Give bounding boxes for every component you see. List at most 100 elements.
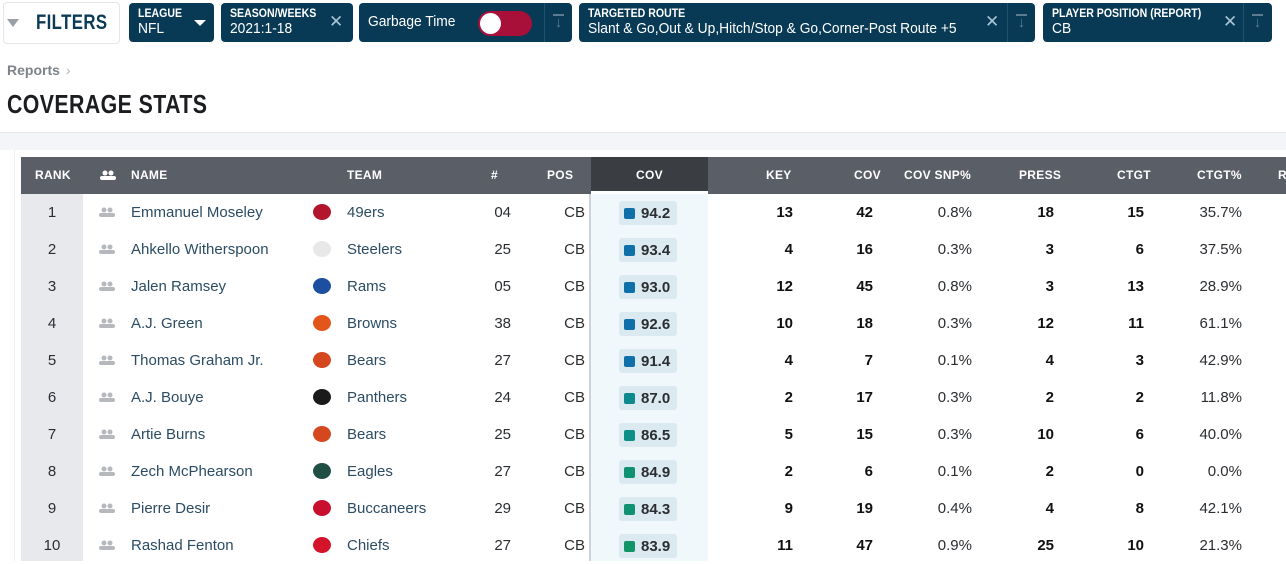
- team-name[interactable]: Bears: [347, 416, 386, 453]
- col-ctgt[interactable]: CTGT: [1117, 157, 1151, 194]
- targeted-route-filter[interactable]: TARGETED ROUTE Slant & Go,Out & Up,Hitch…: [579, 3, 1035, 42]
- player-name-link[interactable]: Rashad Fenton: [131, 527, 234, 564]
- ctgt-pct-cell: 42.1%: [1199, 500, 1242, 517]
- league-filter[interactable]: LEAGUE NFL: [129, 3, 214, 42]
- team-name[interactable]: Chiefs: [347, 527, 390, 564]
- team-name[interactable]: Bears: [347, 342, 386, 379]
- player-name-link[interactable]: Thomas Graham Jr.: [131, 342, 264, 379]
- cov-grade-badge: 91.4: [619, 349, 677, 373]
- cov-cell: 18: [856, 315, 873, 332]
- chevron-down-icon[interactable]: [194, 20, 206, 26]
- rank-cell: 7: [47, 426, 57, 443]
- press-cell: 25: [1037, 537, 1054, 554]
- pin-icon[interactable]: ↓: [544, 3, 572, 42]
- cov-snp-cell: 0.9%: [937, 537, 972, 554]
- close-icon[interactable]: ✕: [329, 12, 343, 32]
- table-row[interactable]: 9 Pierre Desir Buccaneers 29 CB 84.3 9 19 0.4% 4 8…: [21, 490, 1286, 527]
- breadcrumb-reports[interactable]: Reports: [7, 62, 60, 78]
- table-row[interactable]: 10 Rashad Fenton Chiefs 27 CB 83.9 11 47 0.9% 25 1…: [21, 527, 1286, 564]
- breadcrumb: Reports ›: [7, 62, 71, 78]
- table-row[interactable]: 6 A.J. Bouye Panthers 24 CB 87.0 2 17 0.3% 2 2 11.8…: [21, 379, 1286, 416]
- team-logo-icon: [313, 241, 331, 257]
- garbage-time-toggle[interactable]: [478, 11, 532, 36]
- position-cell: CB: [564, 278, 585, 295]
- cov-grade-value: 91.4: [641, 352, 671, 370]
- cov-grade-badge: 83.9: [619, 534, 677, 558]
- cov-grade-value: 93.0: [641, 278, 671, 296]
- player-name-link[interactable]: Jalen Ramsey: [131, 268, 226, 305]
- col-ctgt-pct[interactable]: CTGT%: [1197, 157, 1242, 194]
- table-row[interactable]: 4 A.J. Green Browns 38 CB 92.6 10 18 0.3% 12 11 61.…: [21, 305, 1286, 342]
- cov-grade-value: 87.0: [641, 389, 671, 407]
- col-number[interactable]: #: [491, 157, 498, 194]
- ctgt-pct-cell: 37.5%: [1199, 241, 1242, 258]
- press-cell: 4: [1045, 500, 1054, 517]
- col-name[interactable]: NAME: [131, 157, 168, 194]
- table-row[interactable]: 1 Emmanuel Moseley 49ers 04 CB 94.2 13 42 0.8% 18…: [21, 194, 1286, 231]
- player-name-link[interactable]: Artie Burns: [131, 416, 205, 453]
- table-row[interactable]: 3 Jalen Ramsey Rams 05 CB 93.0 12 45 0.8% 3 13 28.9…: [21, 268, 1286, 305]
- col-rank[interactable]: RANK: [35, 157, 71, 194]
- garbage-time-filter: Garbage Time ↓: [359, 3, 572, 42]
- player-icon: [99, 466, 115, 476]
- team-logo-icon: [313, 389, 331, 405]
- rank-cell: 9: [47, 500, 57, 517]
- jersey-number: 27: [494, 463, 511, 480]
- player-position-filter[interactable]: PLAYER POSITION (REPORT) CB ✕ ↓: [1043, 3, 1272, 42]
- player-name-link[interactable]: Pierre Desir: [131, 490, 210, 527]
- table-row[interactable]: 7 Artie Burns Bears 25 CB 86.5 5 15 0.3% 10 6 40.0%: [21, 416, 1286, 453]
- player-name-link[interactable]: Ahkello Witherspoon: [131, 231, 269, 268]
- cov-grade-value: 92.6: [641, 315, 671, 333]
- col-key[interactable]: KEY: [766, 157, 792, 194]
- jersey-number: 25: [494, 426, 511, 443]
- player-name-link[interactable]: A.J. Green: [131, 305, 203, 342]
- key-cell: 5: [784, 426, 793, 443]
- cov-grade-value: 84.9: [641, 463, 671, 481]
- player-icon: [99, 207, 115, 217]
- position-cell: CB: [564, 389, 585, 406]
- col-cov-grade[interactable]: COV: [591, 157, 708, 194]
- team-name[interactable]: Browns: [347, 305, 397, 342]
- col-pos[interactable]: POS: [547, 157, 573, 194]
- pin-icon[interactable]: ↓: [1243, 3, 1271, 42]
- grade-color-icon: [624, 466, 635, 478]
- table-header: RANK NAME TEAM # POS COV KEY COV COV SNP…: [21, 157, 1286, 194]
- cov-grade-badge: 92.6: [619, 312, 677, 336]
- grade-color-icon: [624, 207, 635, 219]
- pin-icon[interactable]: ↓: [1007, 3, 1035, 42]
- team-logo-icon: [313, 278, 331, 294]
- grade-color-icon: [624, 503, 635, 515]
- cov-grade-badge: 94.2: [619, 201, 677, 225]
- col-cov-snp[interactable]: COV SNP%: [904, 157, 971, 194]
- ctgt-pct-cell: 21.3%: [1199, 537, 1242, 554]
- table-row[interactable]: 5 Thomas Graham Jr. Bears 27 CB 91.4 4 7 0.1% 4 3 4…: [21, 342, 1286, 379]
- player-name-link[interactable]: Zech McPhearson: [131, 453, 253, 490]
- player-name-link[interactable]: A.J. Bouye: [131, 379, 204, 416]
- team-name[interactable]: Eagles: [347, 453, 393, 490]
- ctgt-cell: 11: [1128, 315, 1144, 332]
- col-team[interactable]: TEAM: [347, 157, 382, 194]
- team-name[interactable]: Rams: [347, 268, 386, 305]
- col-next[interactable]: R: [1278, 157, 1286, 194]
- cov-grade-badge: 84.3: [619, 497, 677, 521]
- table-row[interactable]: 8 Zech McPhearson Eagles 27 CB 84.9 2 6 0.1% 2 0 0.…: [21, 453, 1286, 490]
- people-icon: [100, 170, 116, 180]
- cov-cell: 45: [856, 278, 873, 295]
- col-press[interactable]: PRESS: [1019, 157, 1061, 194]
- position-cell: CB: [564, 463, 585, 480]
- col-cov[interactable]: COV: [854, 157, 881, 194]
- close-icon[interactable]: ✕: [1223, 12, 1237, 32]
- team-name[interactable]: 49ers: [347, 194, 385, 231]
- player-icon: [99, 244, 115, 254]
- close-icon[interactable]: ✕: [985, 12, 999, 32]
- ctgt-pct-cell: 61.1%: [1199, 315, 1242, 332]
- filters-button[interactable]: FILTERS: [3, 2, 120, 44]
- table-row[interactable]: 2 Ahkello Witherspoon Steelers 25 CB 93.4 4 16 0…: [21, 231, 1286, 268]
- team-name[interactable]: Buccaneers: [347, 490, 426, 527]
- player-name-link[interactable]: Emmanuel Moseley: [131, 194, 263, 231]
- team-name[interactable]: Steelers: [347, 231, 402, 268]
- season-filter[interactable]: SEASON/WEEKS 2021:1-18 ✕: [221, 3, 353, 42]
- ctgt-pct-cell: 42.9%: [1199, 352, 1242, 369]
- team-name[interactable]: Panthers: [347, 379, 407, 416]
- rank-cell: 2: [47, 241, 57, 258]
